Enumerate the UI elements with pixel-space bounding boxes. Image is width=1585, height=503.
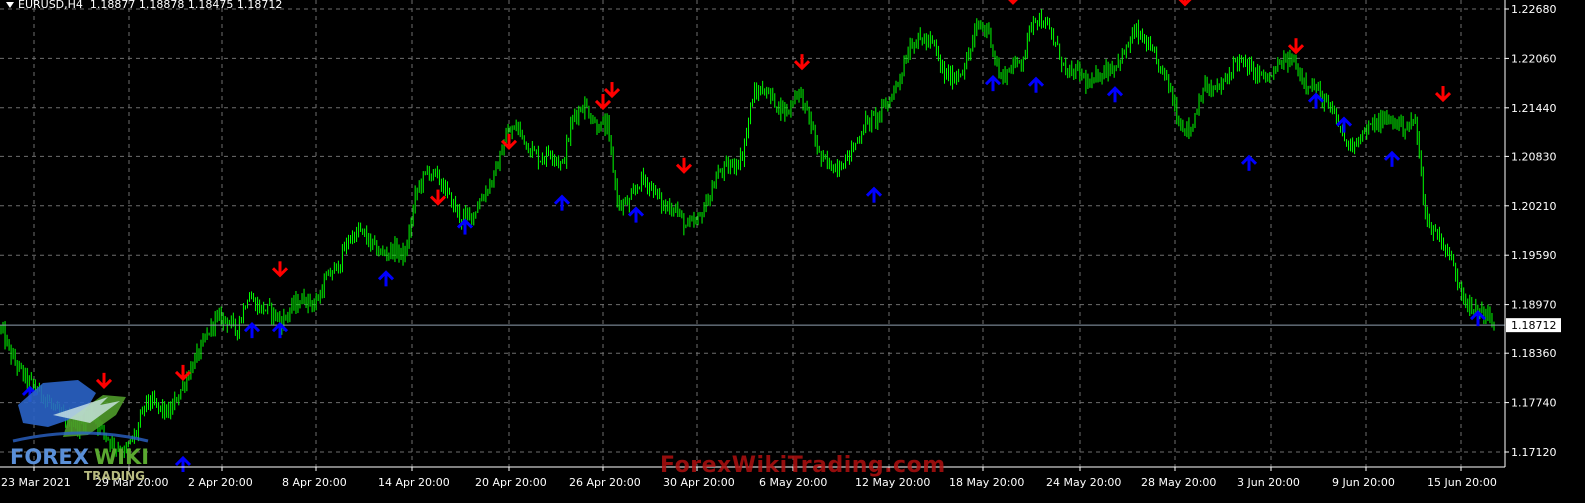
buy-arrow-icon	[1307, 92, 1325, 109]
price-axis[interactable]: 1.22680 1.22060 1.21440 1.20830 1.20210 1.195…	[1504, 0, 1557, 467]
buy-arrow-icon	[1335, 116, 1353, 133]
sell-arrow-icon	[174, 364, 192, 382]
chevron-down-icon[interactable]	[6, 2, 14, 8]
sell-arrow-icon	[1287, 38, 1305, 55]
chart-header: EURUSD,H4 1.18877 1.18878 1.18475 1.1871…	[6, 0, 282, 11]
grid-lines	[0, 0, 1505, 467]
time-tick-label: 18 May 20:00	[949, 476, 1024, 489]
time-tick-label: 15 Jun 20:00	[1427, 476, 1497, 489]
price-chart[interactable]: 1.22680 1.22060 1.21440 1.20830 1.20210 1.195…	[0, 0, 1585, 499]
buy-arrow-icon	[627, 206, 645, 223]
signal-arrows	[21, 0, 1487, 472]
sell-arrow-icon	[603, 82, 621, 99]
buy-arrow-icon	[377, 270, 395, 287]
buy-arrow-icon	[271, 322, 289, 339]
candles	[0, 9, 1495, 461]
price-tick-label: 1.20210	[1511, 200, 1557, 213]
time-tick-label: 14 Apr 20:00	[378, 476, 450, 489]
current-price-tag: 1.18712	[1506, 318, 1561, 333]
buy-arrow-icon	[553, 194, 571, 211]
sell-arrow-icon	[1008, 0, 1018, 5]
time-tick-label: 26 Apr 20:00	[569, 476, 641, 489]
buy-arrow-icon	[243, 322, 261, 339]
price-tick-label: 1.21440	[1511, 102, 1557, 115]
buy-arrow-icon	[1027, 76, 1045, 93]
forex-wiki-logo-icon: FOREX WIKI TRADING	[8, 375, 158, 490]
logo-word-wiki: WIKI	[94, 445, 150, 469]
time-tick-label: 28 May 20:00	[1141, 476, 1216, 489]
price-tick-label: 1.20830	[1511, 150, 1557, 163]
time-tick-label: 3 Jun 20:00	[1237, 476, 1300, 489]
logo-word-trading: TRADING	[84, 469, 146, 483]
logo-word-forex: FOREX	[10, 445, 89, 469]
time-tick-label: 9 Jun 20:00	[1332, 476, 1395, 489]
buy-arrow-icon	[865, 186, 883, 203]
price-tick-label: 1.18970	[1511, 299, 1557, 312]
sell-arrow-icon	[594, 93, 612, 111]
buy-arrow-icon	[1383, 150, 1401, 167]
sell-arrow-icon	[1434, 86, 1452, 103]
sell-arrow-icon	[1178, 0, 1192, 7]
sell-arrow-icon	[271, 261, 289, 278]
time-tick-label: 24 May 20:00	[1046, 476, 1121, 489]
buy-arrow-icon	[174, 455, 192, 472]
price-tick-label: 1.18360	[1511, 347, 1557, 360]
time-tick-label: 2 Apr 20:00	[188, 476, 253, 489]
ohlc-values: 1.18877 1.18878 1.18475 1.18712	[89, 0, 283, 11]
sell-arrow-icon	[429, 189, 447, 206]
symbol-label: EURUSD,H4	[18, 0, 83, 11]
price-tick-label: 1.22060	[1511, 52, 1557, 65]
chart-canvas[interactable]: 1.22680 1.22060 1.21440 1.20830 1.20210 1.195…	[0, 0, 1585, 499]
price-tick-label: 1.17740	[1511, 397, 1557, 410]
sell-arrow-icon	[675, 157, 693, 174]
time-tick-label: 20 Apr 20:00	[475, 476, 547, 489]
buy-arrow-icon	[1469, 310, 1487, 327]
price-tick-label: 1.19590	[1511, 249, 1557, 262]
watermark-text: ForexWikiTrading.com	[660, 453, 946, 478]
buy-arrow-icon	[1106, 86, 1124, 103]
price-tick-label: 1.22680	[1511, 3, 1557, 16]
buy-arrow-icon	[1240, 154, 1258, 171]
time-tick-label: 8 Apr 20:00	[282, 476, 347, 489]
buy-arrow-icon	[984, 75, 1002, 92]
sell-arrow-icon	[793, 54, 811, 71]
price-tick-label: 1.17120	[1511, 446, 1557, 459]
current-price-label: 1.18712	[1511, 319, 1557, 332]
